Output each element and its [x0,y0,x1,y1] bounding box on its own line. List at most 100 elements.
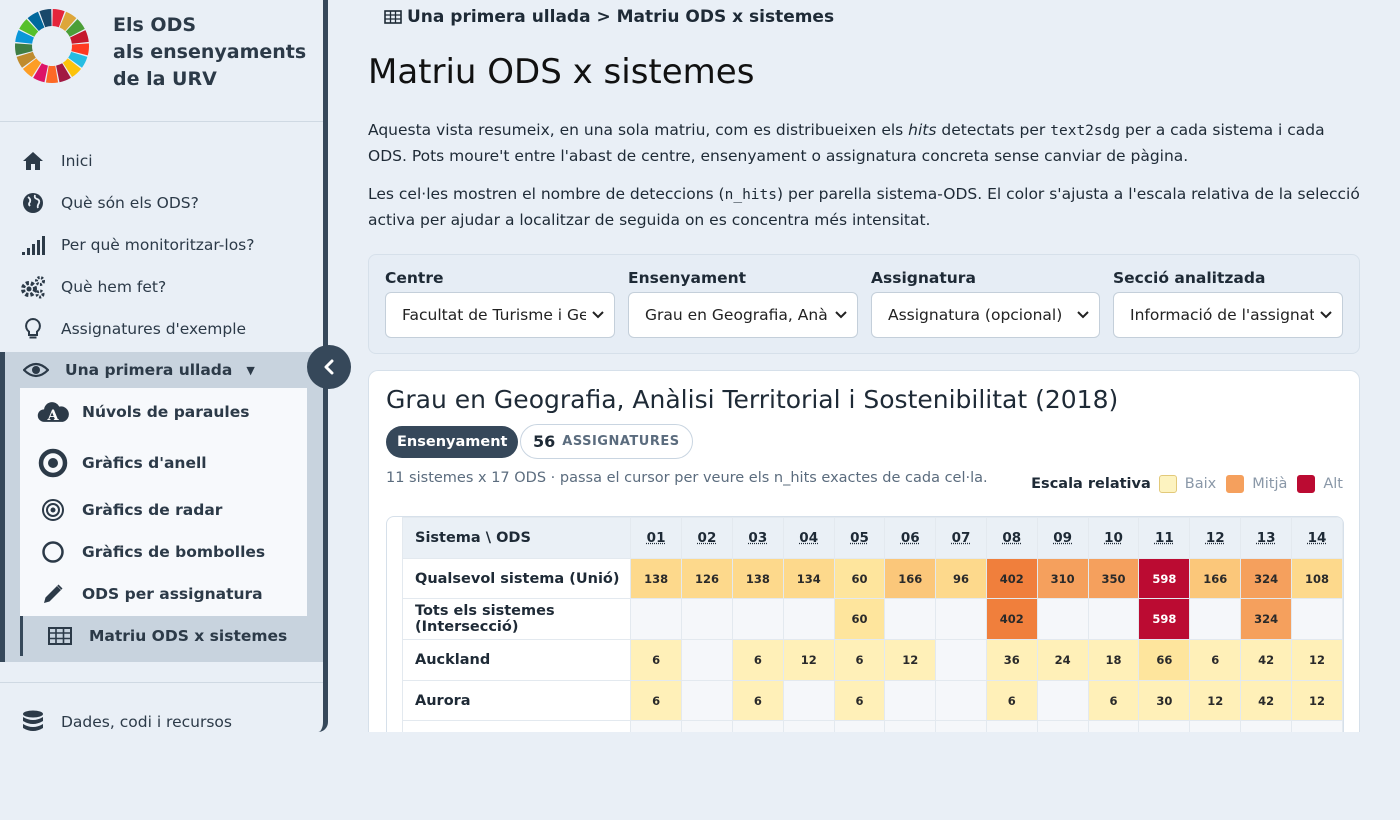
brand[interactable]: Els ODS als ensenyaments de la URV [0,0,323,122]
sidebar-item-dades[interactable]: Dades, codi i recursos [0,701,323,732]
matrix-cell[interactable]: 598 [1138,557,1191,600]
matrix-cell[interactable]: 138 [731,557,784,600]
sidebar-item-ods-assignatura[interactable]: ODS per assignatura [20,574,307,614]
matrix-cell[interactable] [630,598,683,641]
matrix-cell[interactable] [1036,720,1089,732]
matrix-cell[interactable]: 66 [1138,639,1191,681]
matrix-cell[interactable] [884,598,937,641]
matrix-cell[interactable] [681,639,733,681]
matrix-cell[interactable]: 42 [1240,639,1293,681]
matrix-cell[interactable] [935,720,987,732]
sidebar-item-inici[interactable]: Inici [0,140,323,182]
matrix-cell[interactable] [630,720,683,732]
matrix-cell[interactable] [985,720,1038,732]
matrix-cell[interactable]: 12 [782,639,835,681]
sidebar-item-que-son-ods[interactable]: Què són els ODS? [0,182,323,224]
sidebar-item-que-hem-fet[interactable]: Què hem fet? [0,266,323,308]
matrix-cell[interactable]: 108 [1291,557,1343,600]
matrix-cell[interactable]: 12 [1291,679,1343,722]
sidebar-item-radar[interactable]: Gràfics de radar [20,490,307,530]
matrix-cell[interactable]: 402 [985,557,1038,600]
matrix-cell[interactable]: 402 [985,598,1038,641]
matrix-cell[interactable]: 6 [731,639,784,681]
matrix-cell[interactable]: 6 [630,639,683,681]
matrix-cell[interactable] [1087,720,1140,732]
matrix-cell[interactable]: 324 [1240,598,1293,641]
matrix-cell[interactable]: 18 [1087,639,1140,681]
matrix-cell[interactable] [1138,720,1191,732]
matrix-cell[interactable] [681,679,733,722]
matrix-cell[interactable]: 324 [1240,557,1293,600]
matrix-cell[interactable]: 12 [1291,639,1343,681]
assignatura-select[interactable]: Assignatura (opcional) [871,292,1100,338]
matrix-cell[interactable] [731,720,784,732]
sidebar-item-matriu[interactable]: Matriu ODS x sistemes [20,616,307,656]
ods-column-header[interactable]: 12 [1189,517,1242,559]
matrix-cell[interactable]: 6 [985,679,1038,722]
matrix-cell[interactable] [782,720,835,732]
matrix-cell[interactable]: 6 [833,639,886,681]
ods-column-header[interactable]: 04 [782,517,835,559]
matrix-cell[interactable] [1291,598,1343,641]
sidebar-item-anell[interactable]: Gràfics d'anell [20,436,307,490]
ods-column-header[interactable]: 09 [1036,517,1089,559]
matrix-cell[interactable]: 60 [833,557,886,600]
ods-column-header[interactable]: 06 [884,517,937,559]
matrix-cell[interactable]: 24 [1036,639,1089,681]
matrix-cell[interactable]: 36 [985,639,1038,681]
matrix-cell[interactable]: 6 [731,679,784,722]
matrix-cell[interactable]: 30 [1138,679,1191,722]
matrix-cell[interactable] [935,679,987,722]
matrix-cell[interactable] [1036,679,1089,722]
matrix-cell[interactable] [1240,720,1293,732]
matrix-cell[interactable] [1189,598,1242,641]
ods-column-header[interactable]: 03 [731,517,784,559]
matrix-cell[interactable] [782,679,835,722]
ods-column-header[interactable]: 13 [1240,517,1293,559]
matrix-cell[interactable] [681,598,733,641]
matrix-cell[interactable]: 42 [1240,679,1293,722]
sidebar-item-nuvols[interactable]: A Núvols de paraules [20,388,307,436]
matrix-cell[interactable] [935,639,987,681]
matrix-cell[interactable] [1036,598,1089,641]
matrix-cell[interactable] [884,679,937,722]
sidebar-item-bombolles[interactable]: Gràfics de bombolles [20,530,307,574]
sidebar-collapse-button[interactable] [307,345,351,389]
matrix-cell[interactable]: 12 [1189,679,1242,722]
centre-select[interactable]: Facultat de Turisme i Geografia [385,292,615,338]
ods-column-header[interactable]: 05 [833,517,886,559]
ods-column-header[interactable]: 11 [1138,517,1191,559]
ods-column-header[interactable]: 01 [630,517,683,559]
ods-column-header[interactable]: 14 [1291,517,1343,559]
ods-column-header[interactable]: 07 [935,517,987,559]
matrix-cell[interactable] [833,720,886,732]
seccio-select[interactable]: Informació de l'assignatura [1113,292,1343,338]
sidebar-item-assignatures-exemple[interactable]: Assignatures d'exemple [0,308,323,350]
matrix-cell[interactable] [782,598,835,641]
matrix-cell[interactable] [731,598,784,641]
matrix-cell[interactable] [1189,720,1242,732]
matrix-cell[interactable] [935,598,987,641]
sidebar-item-per-que[interactable]: Per què monitoritzar-los? [0,224,323,266]
sidebar-group-toggle[interactable]: Una primera ullada ▼ [5,352,323,388]
matrix-cell[interactable]: 12 [884,639,937,681]
ensenyament-select[interactable]: Grau en Geografia, Anàlisi Territorial i… [628,292,858,338]
ods-column-header[interactable]: 08 [985,517,1038,559]
matrix-cell[interactable]: 310 [1036,557,1089,600]
matrix-cell[interactable]: 6 [630,679,683,722]
ods-column-header[interactable]: 10 [1087,517,1140,559]
matrix-cell[interactable]: 138 [630,557,683,600]
matrix-cell[interactable] [884,720,937,732]
matrix-cell[interactable]: 166 [1189,557,1242,600]
matrix-table-scroll[interactable]: Sistema \ ODS 01 02 03 04 05 06 07 08 09 10 11 12 13 1… [386,516,1344,732]
matrix-cell[interactable] [681,720,733,732]
matrix-cell[interactable] [1291,720,1343,732]
matrix-cell[interactable]: 6 [1087,679,1140,722]
matrix-cell[interactable] [1087,598,1140,641]
matrix-cell[interactable]: 6 [1189,639,1242,681]
ods-column-header[interactable]: 02 [681,517,733,559]
matrix-cell[interactable]: 350 [1087,557,1140,600]
matrix-cell[interactable]: 60 [833,598,886,641]
matrix-cell[interactable]: 134 [782,557,835,600]
matrix-cell[interactable]: 166 [884,557,937,600]
